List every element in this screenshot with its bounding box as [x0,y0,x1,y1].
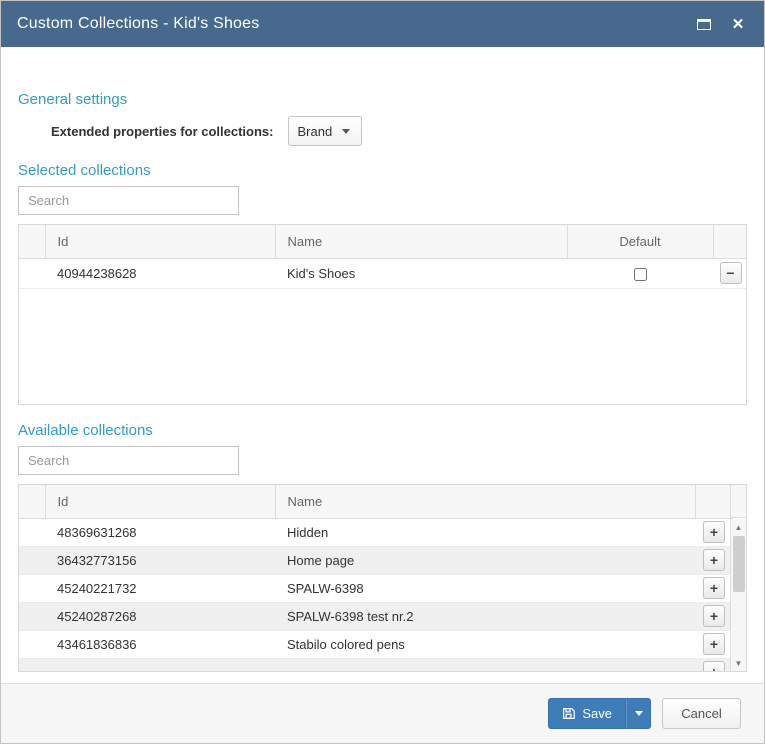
row-name-cell: Kid's Shoes [275,258,567,288]
table-row: 40944238628Kid's Shoes − [19,258,747,288]
extended-properties-dropdown[interactable]: Brand [288,116,362,146]
available-search-input[interactable] [18,446,239,475]
add-collection-button[interactable]: + [703,605,725,627]
chevron-down-icon [635,711,643,716]
default-checkbox[interactable] [634,268,647,281]
maximize-button[interactable] [694,14,714,34]
table-row: 45240221732SPALW-6398 + [19,574,733,602]
row-name-cell [275,658,695,672]
row-name-cell: Hidden [275,518,695,546]
header-name: Name [275,485,695,518]
dropdown-value: Brand [298,124,333,139]
extended-properties-label: Extended properties for collections: [51,124,274,139]
scroll-down-icon[interactable]: ▼ [731,655,747,671]
close-icon: ✕ [732,17,745,32]
row-name-cell: Home page [275,546,695,574]
cancel-button[interactable]: Cancel [662,698,741,729]
row-id-cell: 45240287268 [45,602,275,630]
scroll-up-icon[interactable]: ▲ [731,519,747,535]
row-name-cell: SPALW-6398 test nr.2 [275,602,695,630]
selected-collections-heading: Selected collections [18,162,747,179]
header-spacer-cell [19,485,45,518]
save-icon [562,707,575,720]
grid-header-row: Id Name Default [19,225,747,258]
row-id-cell [45,658,275,672]
available-collections-heading: Available collections [18,422,747,439]
table-row: + [19,658,733,672]
row-action-cell: + [695,546,733,574]
row-name-cell: Stabilo colored pens [275,630,695,658]
row-action-cell: − [713,258,747,288]
add-collection-button[interactable]: + [703,661,725,672]
row-spacer-cell [19,518,45,546]
header-name: Name [275,225,567,258]
row-action-cell: + [695,602,733,630]
table-row: 48369631268Hidden + [19,518,733,546]
row-spacer-cell [19,602,45,630]
row-spacer-cell [19,546,45,574]
selected-search-input[interactable] [18,186,239,215]
dialog-content: General settings Extended properties for… [1,47,764,683]
save-button[interactable]: Save [548,698,626,729]
header-default: Default [567,225,713,258]
row-action-cell: + [695,658,733,672]
grid-header-row: Id Name [19,485,733,518]
close-button[interactable]: ✕ [728,14,748,34]
add-collection-button[interactable]: + [703,549,725,571]
extended-properties-row: Extended properties for collections: Bra… [18,116,747,146]
row-default-cell [567,258,713,288]
table-row: 36432773156Home page + [19,546,733,574]
remove-collection-button[interactable]: − [720,262,742,284]
save-options-button[interactable] [626,698,651,729]
row-action-cell: + [695,630,733,658]
selected-collections-grid: Id Name Default 40944238628Kid's Shoes − [18,224,747,405]
available-collections-grid: Id Name 48369631268Hidden +36432773156Hom… [18,484,747,672]
table-row: 43461836836Stabilo colored pens + [19,630,733,658]
custom-collections-dialog: Custom Collections - Kid's Shoes ✕ Gener… [0,0,765,744]
header-id: Id [45,225,275,258]
header-spacer-cell [19,225,45,258]
maximize-icon [697,19,711,30]
scrollbar-header-cap [730,485,746,518]
row-spacer-cell [19,658,45,672]
row-id-cell: 48369631268 [45,518,275,546]
row-action-cell: + [695,518,733,546]
add-collection-button[interactable]: + [703,521,725,543]
row-id-cell: 45240221732 [45,574,275,602]
save-button-label: Save [582,706,612,721]
general-settings-heading: General settings [18,91,747,108]
vertical-scrollbar[interactable]: ▲ ▼ [730,519,746,671]
row-name-cell: SPALW-6398 [275,574,695,602]
row-spacer-cell [19,574,45,602]
scrollbar-thumb[interactable] [733,536,745,592]
row-spacer-cell [19,630,45,658]
row-id-cell: 40944238628 [45,258,275,288]
header-id: Id [45,485,275,518]
row-action-cell: + [695,574,733,602]
add-collection-button[interactable]: + [703,577,725,599]
chevron-down-icon [342,129,350,134]
dialog-titlebar: Custom Collections - Kid's Shoes ✕ [1,1,764,47]
dialog-footer: Save Cancel [1,683,764,743]
dialog-title: Custom Collections - Kid's Shoes [17,15,680,33]
table-row: 45240287268SPALW-6398 test nr.2 + [19,602,733,630]
header-action-cell [713,225,747,258]
row-spacer-cell [19,258,45,288]
save-split-button: Save [548,698,651,729]
header-action-cell [695,485,733,518]
row-id-cell: 36432773156 [45,546,275,574]
add-collection-button[interactable]: + [703,633,725,655]
row-id-cell: 43461836836 [45,630,275,658]
